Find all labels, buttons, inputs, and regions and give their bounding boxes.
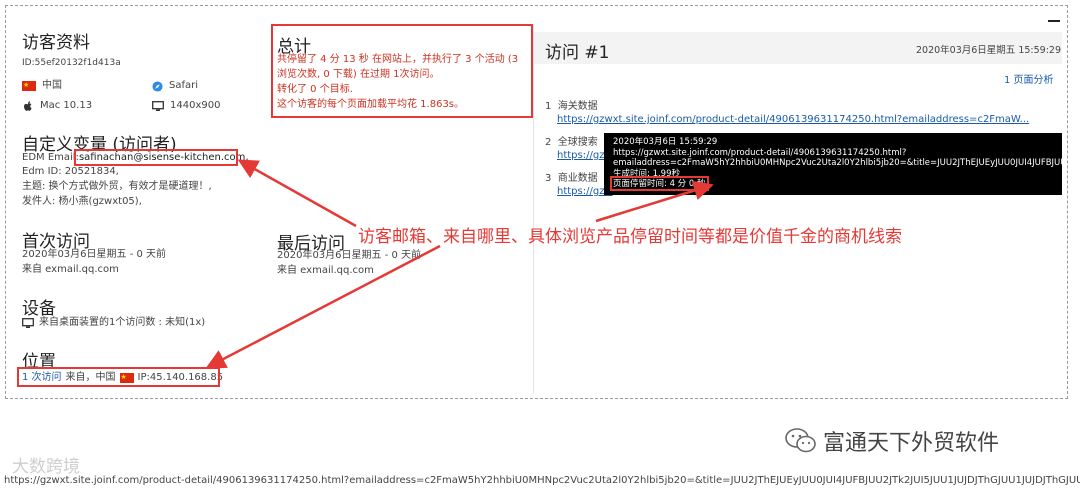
wechat-icon xyxy=(785,428,816,453)
wechat-name: 富通天下外贸软件 xyxy=(823,431,1000,456)
annotation-arrows xyxy=(205,159,714,369)
arrow-to-location xyxy=(205,244,441,369)
wechat-account: 富通天下外贸软件 xyxy=(785,425,999,457)
arrow-to-stay-time xyxy=(595,180,714,223)
arrow-to-email xyxy=(237,159,357,228)
status-bar-url: https://gzwxt.site.joinf.com/product-det… xyxy=(4,475,1080,486)
